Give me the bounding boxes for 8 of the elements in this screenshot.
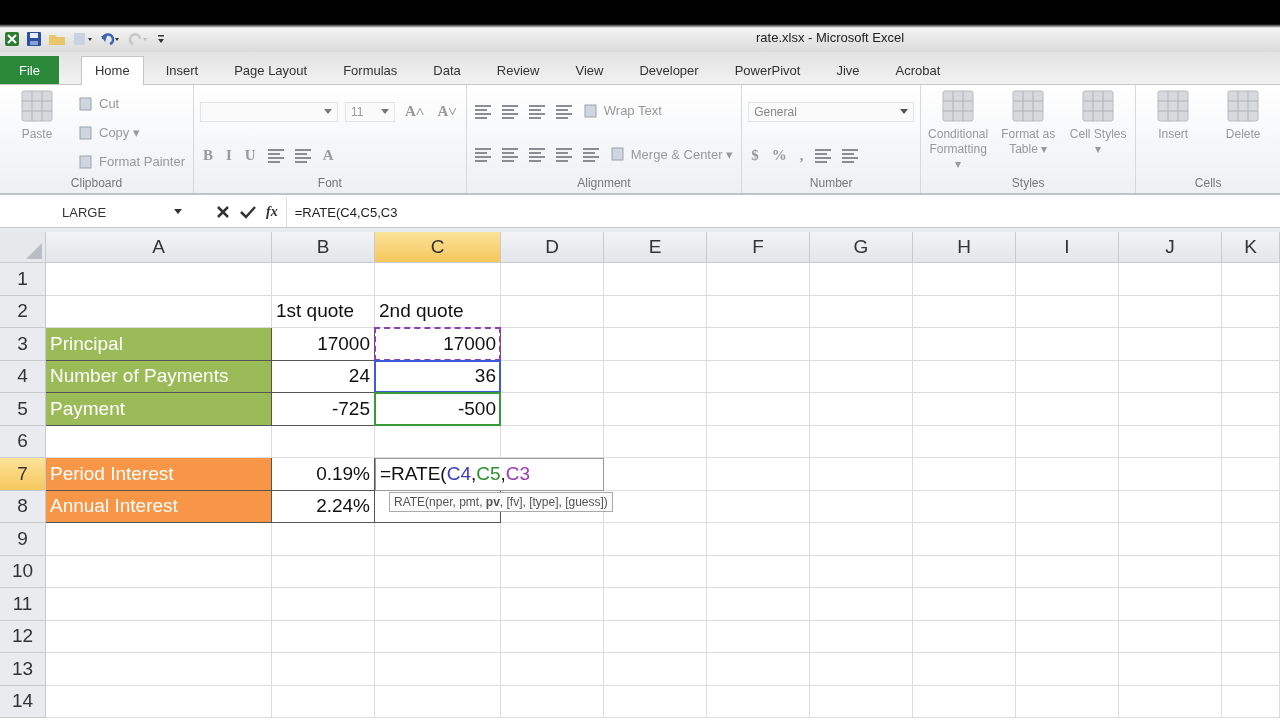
group-label: Cells — [1193, 176, 1223, 192]
window-title: rate.xlsx - Microsoft Excel — [756, 30, 905, 47]
group-label: Alignment — [576, 176, 632, 192]
group-label: Clipboard — [69, 176, 124, 192]
group-label: Styles — [1010, 176, 1046, 192]
group-label: Font — [316, 176, 343, 192]
group-label: Number — [808, 176, 854, 192]
function-tooltip: RATE(nper, pmt, pv, [fv], [type], [guess]) — [389, 491, 613, 512]
